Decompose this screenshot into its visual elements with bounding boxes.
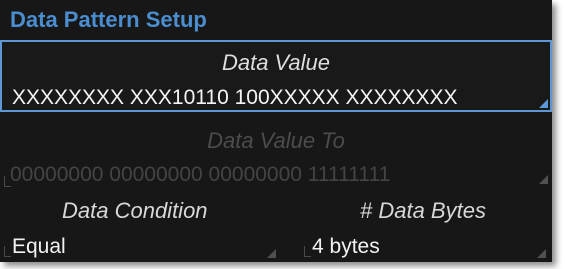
- panel-title: Data Pattern Setup: [0, 0, 552, 40]
- data-condition-select[interactable]: Equal: [0, 232, 290, 262]
- data-value-label: Data Value: [221, 50, 331, 75]
- data-condition-label: Data Condition: [62, 198, 208, 223]
- field-bracket-icon: [4, 176, 11, 187]
- data-value-input[interactable]: XXXXXXXX XXX10110 100XXXXX XXXXXXXX: [12, 86, 458, 110]
- select-bracket-icon: [304, 246, 311, 257]
- data-value-field[interactable]: Data Value XXXXXXXX XXX10110 100XXXXX XX…: [0, 40, 552, 112]
- field-corner-icon: [539, 99, 548, 108]
- data-value-to-label: Data Value To: [207, 128, 345, 153]
- field-corner-icon: [539, 175, 548, 184]
- data-value-to-input: 00000000 00000000 00000000 11111111: [10, 163, 391, 186]
- data-bytes-select[interactable]: 4 bytes: [300, 232, 552, 262]
- dropdown-corner-icon: [267, 249, 276, 258]
- data-bytes-label: # Data Bytes: [360, 198, 486, 223]
- data-bytes-value: 4 bytes: [312, 235, 380, 258]
- select-bracket-icon: [4, 246, 11, 257]
- dropdown-corner-icon: [537, 249, 546, 258]
- data-pattern-setup-panel: Data Pattern Setup Data Value XXXXXXXX X…: [0, 0, 552, 262]
- data-condition-value: Equal: [12, 235, 66, 258]
- data-value-to-field: Data Value To 00000000 00000000 00000000…: [0, 118, 552, 190]
